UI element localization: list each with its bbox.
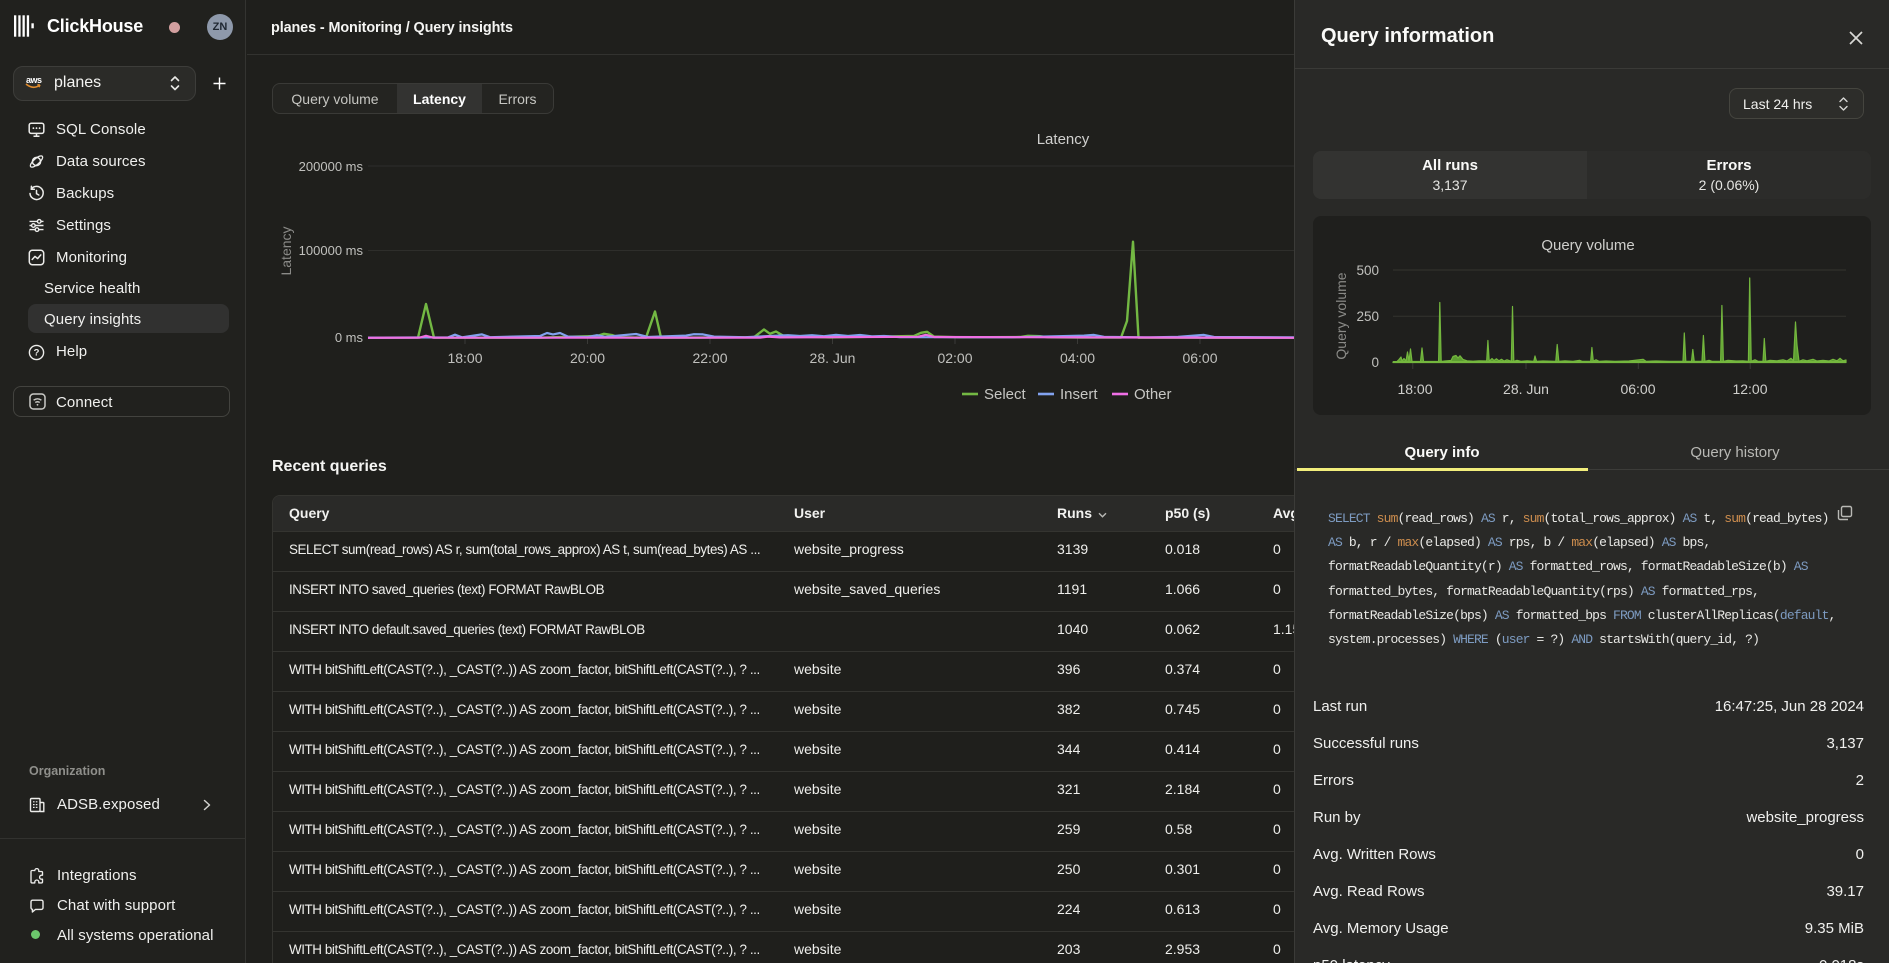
svg-text:500: 500 [1356, 263, 1379, 278]
svg-text:28. Jun: 28. Jun [1503, 381, 1549, 397]
svg-text:20:00: 20:00 [570, 350, 605, 366]
svg-text:Insert: Insert [1060, 386, 1098, 403]
svg-text:Query volume: Query volume [1333, 272, 1349, 359]
svg-text:250: 250 [1356, 309, 1379, 324]
svg-text:18:00: 18:00 [447, 350, 482, 366]
svg-text:0: 0 [1371, 355, 1379, 370]
svg-text:Latency: Latency [1037, 131, 1090, 148]
svg-text:100000 ms: 100000 ms [299, 243, 364, 258]
svg-text:Select: Select [984, 386, 1027, 403]
svg-text:28. Jun: 28. Jun [810, 350, 856, 366]
svg-text:02:00: 02:00 [937, 350, 972, 366]
svg-text:Latency: Latency [278, 226, 294, 275]
svg-text:12:00: 12:00 [1732, 381, 1767, 397]
svg-text:Other: Other [1134, 386, 1172, 403]
svg-text:06:00: 06:00 [1620, 381, 1655, 397]
svg-text:18:00: 18:00 [1397, 381, 1432, 397]
svg-text:04:00: 04:00 [1060, 350, 1095, 366]
svg-text:200000 ms: 200000 ms [299, 159, 364, 174]
svg-text:06:00: 06:00 [1182, 350, 1217, 366]
svg-text:Query volume: Query volume [1541, 237, 1634, 254]
svg-text:22:00: 22:00 [692, 350, 727, 366]
svg-text:0 ms: 0 ms [335, 330, 364, 345]
svg-text:?: ? [34, 348, 40, 359]
